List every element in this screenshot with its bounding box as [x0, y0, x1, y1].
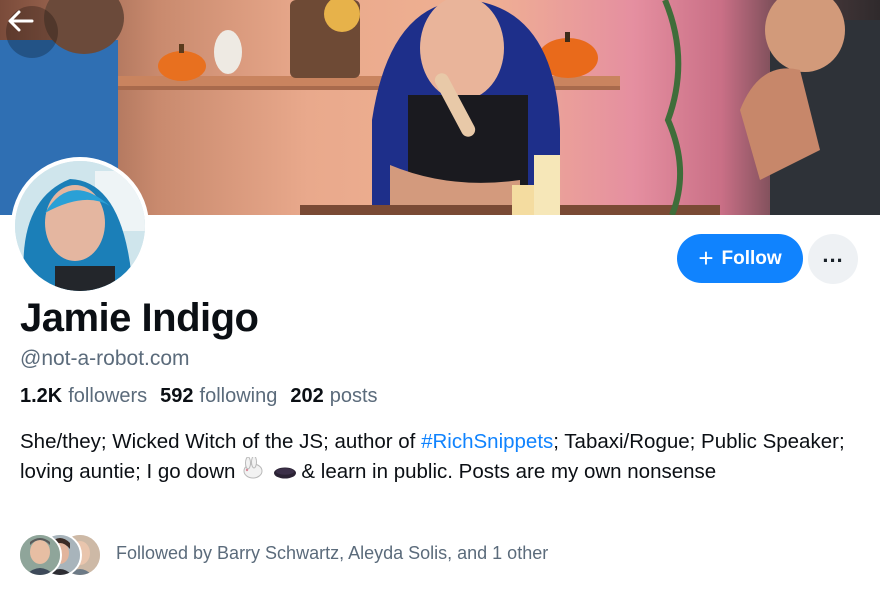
- rabbit-emoji: [239, 455, 265, 488]
- display-name: Jamie Indigo: [20, 296, 259, 340]
- handle: @not-a-robot.com: [20, 347, 190, 370]
- plus-icon: +: [698, 242, 714, 273]
- avatar[interactable]: [11, 157, 149, 295]
- known-followers-avatars[interactable]: [18, 533, 102, 577]
- posts-stat: 202 posts: [290, 385, 377, 408]
- follow-button[interactable]: + Follow: [677, 234, 803, 283]
- ellipsis-icon: ...: [822, 242, 844, 267]
- followers-label: followers: [68, 385, 148, 407]
- following-label: following: [199, 385, 278, 407]
- hole-emoji: [273, 458, 297, 488]
- followed-by-text[interactable]: Followed by Barry Schwartz, Aleyda Solis…: [116, 543, 548, 564]
- avatar-image: [15, 161, 145, 291]
- profile-stats: 1.2K followers 592 following 202 posts: [20, 385, 378, 408]
- profile-bio: She/they; Wicked Witch of the JS; author…: [20, 427, 860, 488]
- followers-count: 1.2K: [20, 385, 63, 407]
- posts-count: 202: [290, 385, 324, 407]
- following-count: 592: [160, 385, 194, 407]
- arrow-left-icon: [8, 10, 34, 32]
- bio-text-3: & learn in public. Posts are my own nons…: [301, 460, 717, 483]
- bio-text-1: She/they; Wicked Witch of the JS; author…: [20, 430, 422, 453]
- followers-stat[interactable]: 1.2K followers: [20, 385, 147, 408]
- hashtag-link[interactable]: #RichSnippets: [421, 430, 553, 453]
- back-button[interactable]: [6, 6, 58, 58]
- avatar: [18, 533, 62, 577]
- following-stat[interactable]: 592 following: [160, 385, 277, 408]
- more-options-button[interactable]: ...: [808, 234, 858, 284]
- follow-label: Follow: [721, 247, 782, 269]
- posts-label: posts: [329, 385, 378, 407]
